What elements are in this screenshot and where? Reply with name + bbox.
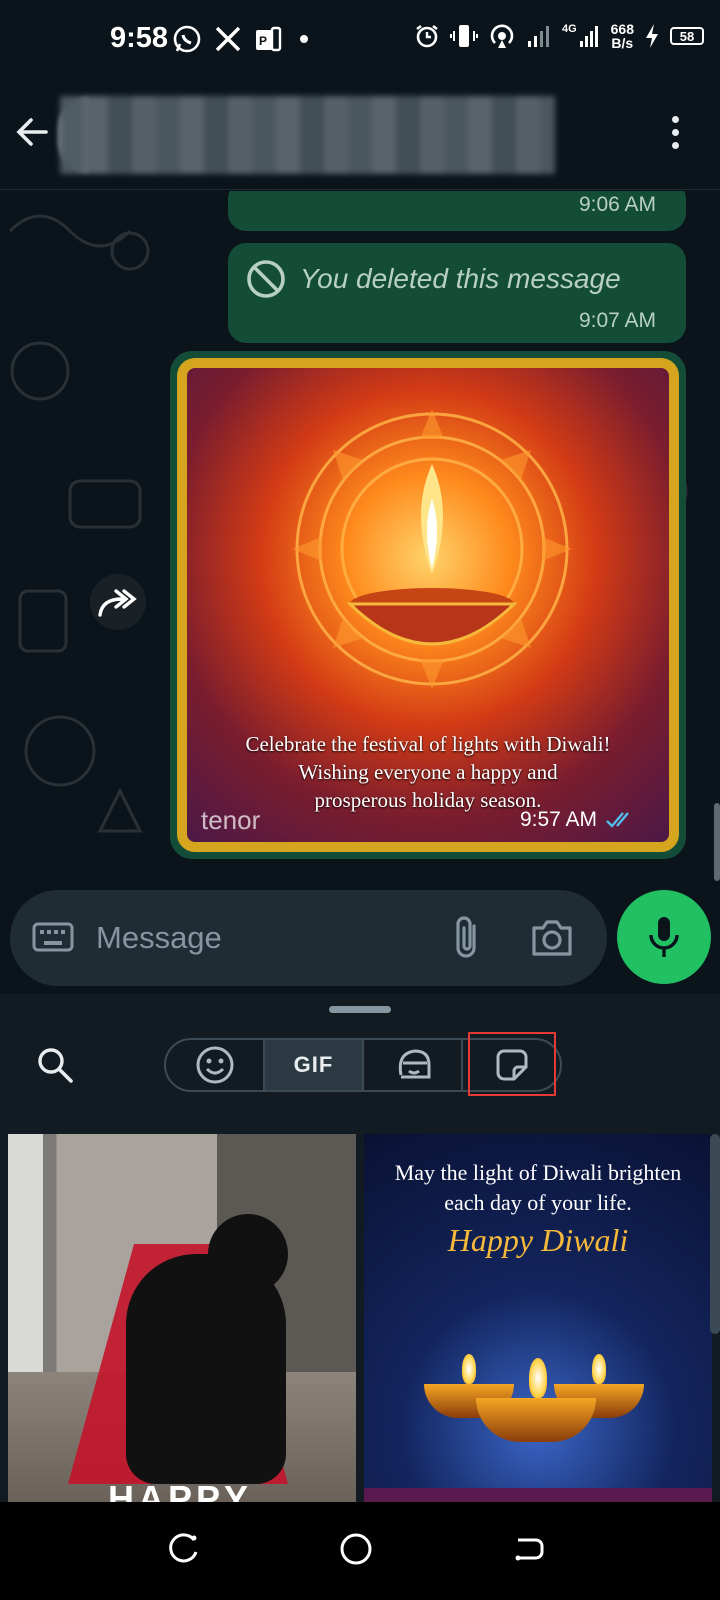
caption-line: Wishing everyone a happy and — [298, 760, 558, 784]
forward-icon — [98, 589, 137, 617]
media-picker-panel: GIF HAPPY May the light of Diwali bright… — [0, 994, 720, 1502]
signal-4g-icon — [579, 26, 598, 47]
svg-text:P: P — [259, 34, 267, 48]
deleted-message-text: You deleted this message — [300, 263, 621, 294]
message-input[interactable] — [96, 914, 426, 962]
system-icons: 4G 668 B/s 58 — [414, 22, 704, 50]
messaging-icon: P — [256, 26, 282, 52]
gif-message-bubble[interactable]: Celebrate the festival of lights with Di… — [170, 351, 686, 859]
gif-message-time: 9:57 AM — [520, 808, 635, 832]
message-bubble-outgoing[interactable]: 9:06 AM — [228, 191, 686, 231]
gif-result-cat[interactable]: HAPPY — [8, 1134, 356, 1502]
camera-icon[interactable] — [530, 918, 574, 958]
flame-graphic — [529, 1358, 547, 1398]
network-speed-unit: B/s — [611, 35, 634, 51]
tenor-watermark: tenor — [201, 805, 261, 835]
signal-icon — [527, 26, 549, 47]
gif-caption: Celebrate the festival of lights with Di… — [187, 730, 669, 814]
emoji-icon — [196, 1046, 233, 1084]
diwali-gif-image[interactable]: Celebrate the festival of lights with Di… — [177, 358, 679, 852]
battery-icon: 58 — [670, 27, 704, 45]
signal-4g-group: 4G — [562, 23, 601, 49]
diya-graphic — [476, 1398, 596, 1442]
system-nav-bar — [0, 1502, 720, 1600]
drag-handle[interactable] — [329, 1006, 391, 1013]
tab-emoji[interactable] — [166, 1040, 265, 1090]
gif-text-line: each day of your life. — [444, 1190, 632, 1215]
tab-gif[interactable]: GIF — [265, 1040, 364, 1090]
picker-scrollbar[interactable] — [710, 1134, 720, 1334]
status-time: 9:58 — [110, 22, 169, 54]
hotspot-icon — [490, 24, 514, 48]
flame-graphic — [592, 1354, 606, 1384]
diya-mandala-graphic — [292, 409, 572, 689]
read-ticks-icon — [606, 812, 629, 828]
status-bar: 9:58 P 4G 668 B/s 58 — [0, 0, 720, 80]
dot-icon — [300, 35, 308, 43]
more-options-icon[interactable] — [672, 116, 680, 149]
flame-graphic — [462, 1354, 476, 1384]
back-arrow-icon[interactable] — [14, 114, 50, 150]
gif-tab-label: GIF — [293, 1052, 334, 1077]
x-icon — [215, 26, 241, 52]
attachment-icon[interactable] — [448, 914, 488, 962]
vibrate-icon — [449, 25, 478, 47]
battery-level: 58 — [679, 28, 695, 44]
whatsapp-icon — [173, 25, 201, 53]
charging-icon — [646, 24, 658, 48]
chat-header — [0, 80, 720, 190]
gif-text-line: May the light of Diwali brighten — [394, 1160, 682, 1185]
network-speed-value: 668 — [610, 21, 634, 37]
home-icon[interactable] — [339, 1532, 373, 1566]
caption-line: Celebrate the festival of lights with Di… — [245, 732, 611, 756]
alarm-icon — [416, 24, 438, 48]
gif-script-text: Happy Diwali — [447, 1222, 629, 1258]
message-time: 9:57 AM — [519, 808, 597, 831]
chat-scrollbar[interactable] — [714, 803, 720, 881]
gif-text: HAPPY — [108, 1478, 253, 1502]
network-speed: 668 B/s — [611, 22, 634, 50]
deleted-message: You deleted this message — [246, 259, 621, 299]
notification-icons: P — [172, 24, 314, 54]
contact-name-redacted[interactable] — [60, 96, 555, 174]
search-icon[interactable] — [36, 1046, 74, 1084]
message-composer — [10, 890, 607, 986]
message-time: 9:07 AM — [578, 309, 656, 332]
network-type-label: 4G — [561, 23, 577, 35]
blocked-icon — [247, 260, 285, 298]
cat-head-graphic — [208, 1214, 288, 1294]
forward-button[interactable] — [90, 574, 146, 630]
avatar-sticker-icon — [398, 1049, 430, 1079]
gif-result-diwali[interactable]: May the light of Diwali brighten each da… — [364, 1134, 712, 1502]
keyboard-icon[interactable] — [32, 922, 74, 952]
voice-record-button[interactable] — [617, 890, 711, 984]
microphone-icon — [649, 917, 679, 957]
tile-strip — [364, 1488, 712, 1502]
chat-area[interactable]: 9:06 AM You deleted this message 9:07 AM — [0, 191, 720, 891]
back-icon[interactable] — [512, 1532, 546, 1566]
sticker-tab-highlight — [468, 1032, 556, 1096]
message-time: 9:06 AM — [578, 193, 656, 216]
deleted-message-bubble[interactable]: You deleted this message 9:07 AM — [228, 243, 686, 343]
tab-avatar[interactable] — [364, 1040, 463, 1090]
recent-apps-icon[interactable] — [166, 1532, 200, 1566]
